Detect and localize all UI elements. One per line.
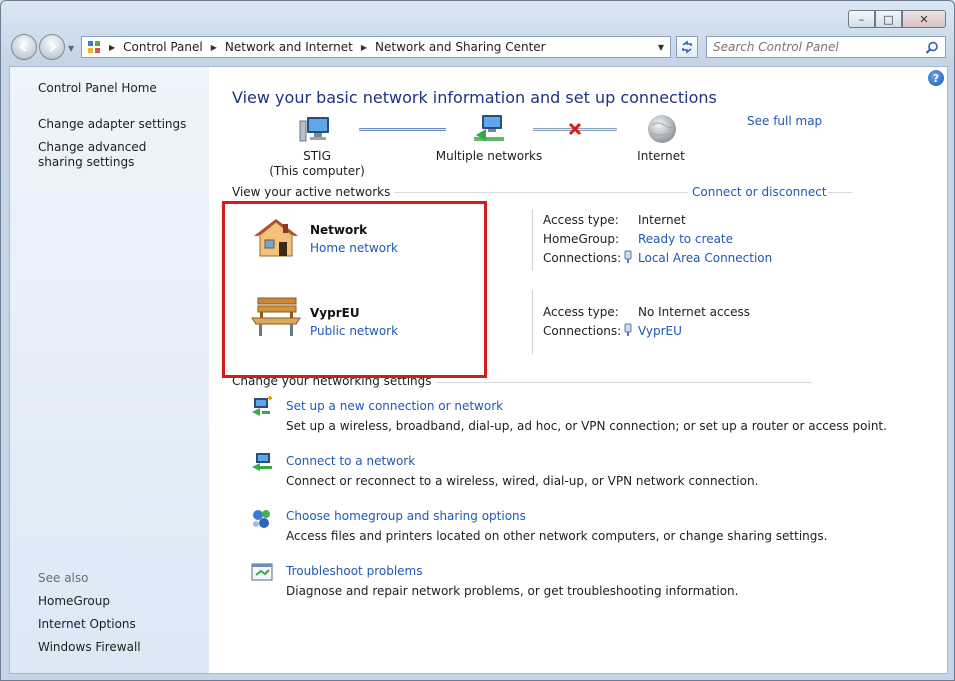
connect-or-disconnect-link[interactable]: Connect or disconnect	[688, 185, 827, 199]
sidebar-change-adapter-settings[interactable]: Change adapter settings	[38, 117, 186, 132]
map-internet-label: Internet	[637, 149, 685, 163]
connect-network-icon	[252, 453, 272, 471]
search-input[interactable]	[707, 40, 917, 54]
connections-label: Connections:	[543, 324, 622, 338]
network-divider	[532, 209, 533, 271]
troubleshoot-problems-link[interactable]: Troubleshoot problems	[286, 564, 422, 578]
homegroup-sharing-options-desc: Access files and printers located on oth…	[286, 529, 828, 543]
back-arrow-icon	[19, 42, 27, 52]
navigation-bar: ▼ ▶ Control Panel ▶ Network and Internet…	[9, 34, 949, 60]
forward-arrow-icon	[49, 42, 57, 52]
troubleshoot-icon	[251, 563, 273, 581]
address-bar[interactable]: ▶ Control Panel ▶ Network and Internet ▶…	[81, 36, 671, 58]
sidebar-control-panel-home[interactable]: Control Panel Home	[38, 81, 157, 96]
settings-divider	[409, 382, 812, 383]
homegroup-ready-link[interactable]: Ready to create	[638, 232, 733, 246]
access-type-label: Access type:	[543, 305, 619, 319]
ethernet-icon	[624, 250, 632, 263]
access-type-label: Access type:	[543, 213, 619, 227]
network-divider	[532, 290, 533, 354]
sidebar-homegroup[interactable]: HomeGroup	[38, 594, 110, 609]
local-area-connection-link[interactable]: Local Area Connection	[638, 251, 772, 265]
disconnected-x-icon	[568, 122, 582, 136]
chevron-right-icon: ▶	[109, 42, 116, 52]
troubleshoot-problems-desc: Diagnose and repair network problems, or…	[286, 584, 739, 598]
access-type-value: No Internet access	[638, 305, 751, 319]
map-multiple-networks-label: Multiple networks	[435, 149, 543, 163]
computer-subtitle: (This computer)	[269, 164, 365, 178]
homegroup-sharing-icon	[253, 510, 270, 528]
search-box	[706, 36, 946, 58]
chevron-right-icon[interactable]: ▶	[361, 43, 367, 52]
map-connection-line	[359, 128, 446, 131]
breadcrumb-network-and-sharing-center[interactable]: Network and Sharing Center	[375, 40, 546, 54]
computer-icon	[299, 117, 329, 142]
refresh-icon	[682, 40, 692, 54]
back-button[interactable]	[11, 34, 37, 60]
search-icon[interactable]	[925, 41, 939, 55]
internet-globe-icon	[648, 115, 676, 143]
computer-name: STIG	[303, 149, 331, 163]
recent-pages-dropdown[interactable]: ▼	[68, 44, 74, 53]
address-dropdown-icon[interactable]: ▼	[658, 43, 664, 52]
minimize-button[interactable]: –	[848, 10, 875, 28]
vypreu-connection-link[interactable]: VyprEU	[638, 324, 682, 338]
connect-to-network-desc: Connect or reconnect to a wireless, wire…	[286, 474, 759, 488]
homegroup-label: HomeGroup:	[543, 232, 620, 246]
setup-new-connection-desc: Set up a wireless, broadband, dial-up, a…	[286, 419, 887, 433]
sidebar-internet-options[interactable]: Internet Options	[38, 617, 136, 632]
map-computer-label: STIG (This computer)	[269, 149, 365, 179]
see-full-map-link[interactable]: See full map	[747, 114, 822, 128]
caption-buttons: – □ ✕	[848, 10, 946, 28]
refresh-button[interactable]	[676, 36, 698, 58]
setup-new-connection-link[interactable]: Set up a new connection or network	[286, 399, 503, 413]
access-type-value: Internet	[638, 213, 686, 227]
forward-button[interactable]	[39, 34, 65, 60]
main-panel: ? View your basic network information an…	[209, 67, 947, 673]
maximize-button[interactable]: □	[875, 10, 902, 28]
multiple-networks-icon	[474, 115, 504, 141]
chevron-right-icon[interactable]: ▶	[211, 43, 217, 52]
connections-label: Connections:	[543, 251, 622, 265]
sidebar-windows-firewall[interactable]: Windows Firewall	[38, 640, 141, 655]
content-area: Control Panel Home Change adapter settin…	[9, 66, 948, 674]
control-panel-icon	[88, 41, 100, 53]
sidebar: Control Panel Home Change adapter settin…	[10, 67, 209, 673]
active-networks-heading: View your active networks	[232, 185, 395, 199]
see-also-heading: See also	[38, 571, 89, 585]
ethernet-icon	[624, 323, 632, 336]
breadcrumb-control-panel[interactable]: Control Panel	[123, 40, 203, 54]
breadcrumb-network-and-internet[interactable]: Network and Internet	[225, 40, 353, 54]
help-icon[interactable]: ?	[928, 70, 944, 86]
new-connection-icon	[252, 396, 272, 416]
sidebar-change-advanced-sharing[interactable]: Change advanced sharing settings	[38, 140, 188, 170]
homegroup-sharing-options-link[interactable]: Choose homegroup and sharing options	[286, 509, 526, 523]
close-button[interactable]: ✕	[902, 10, 946, 28]
page-title: View your basic network information and …	[232, 88, 717, 107]
connect-to-network-link[interactable]: Connect to a network	[286, 454, 415, 468]
highlight-box	[222, 201, 487, 378]
window: – □ ✕ ▼ ▶ Control Panel ▶ Network and In…	[0, 0, 955, 681]
